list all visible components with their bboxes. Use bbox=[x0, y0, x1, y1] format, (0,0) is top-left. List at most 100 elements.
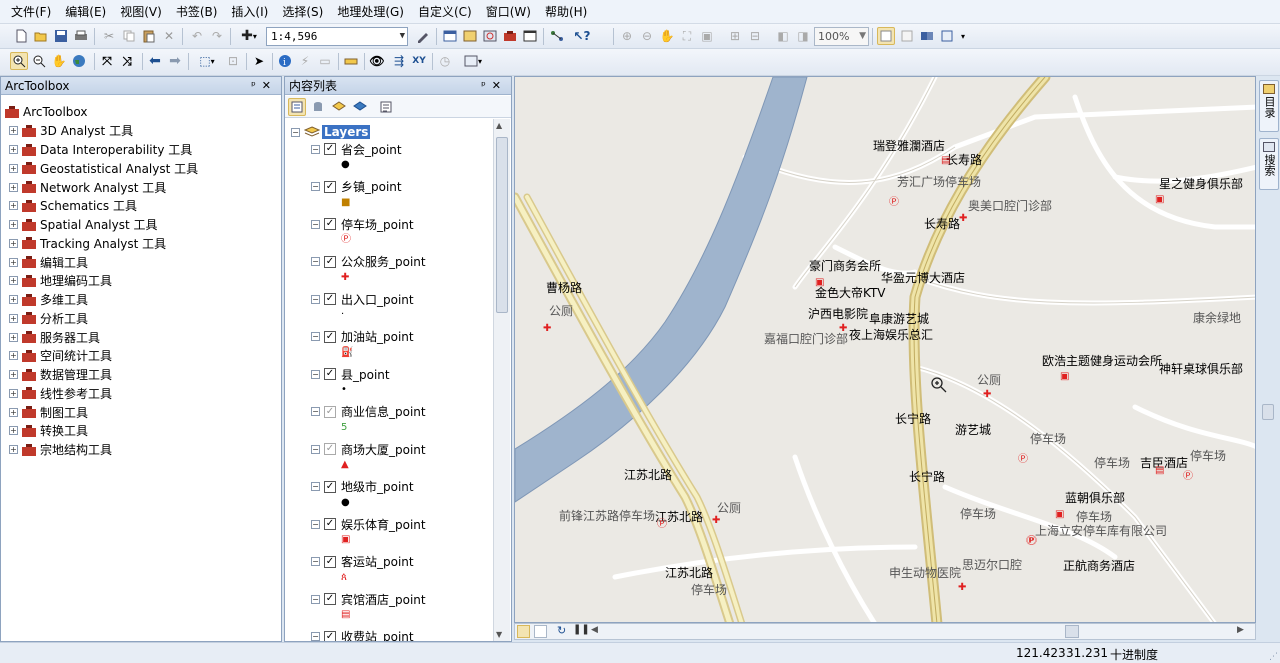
layer-row[interactable]: − ✓ 收费站_point bbox=[311, 628, 414, 641]
list-by-source-icon[interactable] bbox=[309, 98, 327, 116]
new-document-icon[interactable] bbox=[12, 27, 30, 45]
menu-customize[interactable]: 自定义(C) bbox=[411, 0, 479, 24]
pin-icon[interactable]: ᵖ bbox=[251, 79, 262, 92]
toolbox-item[interactable]: +3D Analyst 工具 bbox=[9, 122, 133, 140]
html-popup-icon[interactable]: ▭ bbox=[316, 52, 334, 70]
expand-icon[interactable]: + bbox=[9, 238, 18, 248]
entertainment-marker-icon[interactable]: ▣ bbox=[815, 277, 824, 288]
collapse-icon[interactable]: − bbox=[311, 182, 320, 191]
layers-root[interactable]: − Layers bbox=[291, 123, 371, 141]
save-icon[interactable] bbox=[52, 27, 70, 45]
toolbox-item[interactable]: + 转换工具 bbox=[9, 422, 88, 440]
collapse-icon[interactable]: − bbox=[311, 332, 320, 341]
scroll-right-icon[interactable]: ▶ bbox=[1237, 625, 1244, 635]
collapse-icon[interactable]: − bbox=[311, 257, 320, 266]
catalog-icon[interactable] bbox=[461, 27, 479, 45]
data-driven-pages-icon[interactable] bbox=[938, 27, 956, 45]
layout-zoom-out-icon[interactable]: ⊖ bbox=[638, 27, 656, 45]
fixed-zoom-in-map-icon[interactable]: ⤧ bbox=[98, 52, 116, 70]
forward-extent-icon[interactable]: ➡ bbox=[166, 52, 184, 70]
public-service-marker-icon[interactable]: ✚ bbox=[959, 213, 967, 224]
layout-view-icon[interactable] bbox=[534, 625, 547, 638]
help-icon[interactable]: ↖? bbox=[570, 27, 594, 45]
close-icon[interactable]: ✕ bbox=[492, 79, 507, 92]
layout-zoom-in-icon[interactable]: ⊕ bbox=[618, 27, 636, 45]
toolbox-item[interactable]: + 编辑工具 bbox=[9, 253, 88, 271]
toolbox-item[interactable]: + Data Interoperability 工具 bbox=[9, 141, 192, 159]
chevron-down-icon[interactable]: ▼ bbox=[859, 28, 866, 45]
menu-file[interactable]: 文件(F) bbox=[4, 0, 58, 24]
menu-help[interactable]: 帮助(H) bbox=[538, 0, 594, 24]
expand-icon[interactable]: + bbox=[9, 145, 18, 154]
scroll-down-icon[interactable]: ▼ bbox=[496, 630, 502, 639]
clear-selection-icon[interactable]: ⊡ bbox=[224, 52, 242, 70]
toolbox-root[interactable]: ArcToolbox bbox=[5, 103, 87, 121]
toolbox-item[interactable]: + Network Analyst 工具 bbox=[9, 178, 166, 196]
focus-data-frame-icon[interactable] bbox=[898, 27, 916, 45]
layout-zoom-select[interactable]: 100% ▼ bbox=[814, 27, 869, 46]
public-service-marker-icon[interactable]: ✚ bbox=[839, 323, 847, 334]
layer-row[interactable]: − ✓ 加油站_point bbox=[311, 328, 414, 346]
go-to-xy-icon[interactable]: XY bbox=[410, 52, 428, 70]
map-view[interactable]: 瑞登雅瀾酒店 长寿路 芳汇广场停车场 奥美口腔门诊部 长寿路 星之健身俱乐部 豪门商务会所华… bbox=[514, 76, 1256, 623]
hyperlink-icon[interactable]: ⚡ bbox=[296, 52, 314, 70]
fixed-zoom-out-map-icon[interactable]: ⤨ bbox=[118, 52, 136, 70]
zoom-100-icon[interactable]: ▣ bbox=[698, 27, 716, 45]
menu-windows[interactable]: 窗口(W) bbox=[479, 0, 538, 24]
menu-edit[interactable]: 编辑(E) bbox=[58, 0, 113, 24]
layer-row[interactable]: − ✓ 商业信息_point bbox=[311, 403, 426, 421]
collapse-icon[interactable]: − bbox=[311, 219, 320, 229]
expand-icon[interactable]: + bbox=[9, 182, 18, 192]
resize-grip-icon[interactable]: ⋰ bbox=[1269, 652, 1278, 662]
layer-row[interactable]: − ✓ 出入口_point bbox=[311, 290, 414, 308]
layer-row[interactable]: − ✓ 宾馆酒店_point bbox=[311, 590, 426, 608]
layer-row[interactable]: − ✓ 商场大厦_point bbox=[311, 440, 426, 458]
public-service-marker-icon[interactable]: ✚ bbox=[712, 515, 720, 526]
expand-icon[interactable]: + bbox=[9, 257, 18, 267]
collapse-icon[interactable]: − bbox=[311, 632, 320, 641]
layer-visibility-checkbox[interactable]: ✓ bbox=[324, 405, 336, 418]
arctoolbox-icon[interactable] bbox=[501, 27, 519, 45]
layer-row[interactable]: − ✓ 客运站_point bbox=[311, 553, 414, 571]
menu-insert[interactable]: 插入(I) bbox=[224, 0, 275, 24]
delete-icon[interactable]: ✕ bbox=[160, 27, 178, 45]
paste-icon[interactable] bbox=[140, 27, 158, 45]
scroll-left-icon[interactable]: ◀ bbox=[591, 625, 598, 635]
map-scale-input[interactable]: 1:4,596 ▼ bbox=[266, 27, 408, 46]
chevron-down-icon[interactable]: ▼ bbox=[400, 28, 405, 45]
toolbox-item[interactable]: + Tracking Analyst 工具 bbox=[9, 234, 166, 252]
select-features-icon[interactable]: ⬚ ▾ bbox=[194, 52, 220, 70]
toolbar-options-icon[interactable]: ▾ bbox=[958, 27, 968, 45]
layer-visibility-checkbox[interactable]: ✓ bbox=[324, 180, 336, 193]
parking-marker-icon[interactable]: Ⓟ bbox=[1018, 450, 1028, 465]
toolbox-item[interactable]: + Schematics 工具 bbox=[9, 197, 137, 215]
toolbox-item[interactable]: + 数据管理工具 bbox=[9, 366, 112, 384]
data-view-icon[interactable] bbox=[517, 625, 530, 638]
expand-icon[interactable]: + bbox=[9, 163, 18, 173]
toolbox-item[interactable]: + Spatial Analyst 工具 bbox=[9, 216, 158, 234]
layer-visibility-checkbox[interactable]: ✓ bbox=[324, 555, 336, 568]
expand-icon[interactable]: + bbox=[9, 407, 18, 417]
zoom-whole-page-icon[interactable]: ⛶ bbox=[678, 27, 696, 45]
undo-icon[interactable]: ↶ bbox=[188, 27, 206, 45]
toolbox-item[interactable]: + 分析工具 bbox=[9, 309, 88, 327]
cut-icon[interactable]: ✂ bbox=[100, 27, 118, 45]
expand-icon[interactable]: + bbox=[9, 295, 18, 304]
layer-row[interactable]: − ✓ 地级市_point bbox=[311, 478, 414, 496]
model-builder-icon[interactable] bbox=[548, 27, 566, 45]
create-viewer-icon[interactable]: ▾ bbox=[462, 52, 484, 70]
toolbox-item[interactable]: + 多维工具 bbox=[9, 291, 88, 309]
close-icon[interactable]: ✕ bbox=[262, 79, 277, 92]
toggle-draft-mode-icon[interactable] bbox=[877, 27, 895, 45]
layer-visibility-checkbox[interactable]: ✓ bbox=[324, 518, 336, 530]
fixed-zoom-out-icon[interactable]: ⊟ bbox=[746, 27, 764, 45]
entertainment-marker-icon[interactable]: ▣ bbox=[1055, 509, 1064, 520]
search-window-icon[interactable] bbox=[481, 27, 499, 45]
copy-icon[interactable] bbox=[120, 27, 138, 45]
toc-scrollbar[interactable]: ▲ ▼ bbox=[493, 119, 510, 641]
public-service-marker-icon[interactable]: ✚ bbox=[958, 582, 966, 593]
full-extent-icon[interactable] bbox=[70, 52, 88, 70]
layer-row[interactable]: − ✓ 停车场_point bbox=[311, 215, 414, 233]
find-route-icon[interactable]: ⇶ bbox=[390, 52, 408, 70]
previous-extent-icon[interactable]: ◧ bbox=[774, 27, 792, 45]
